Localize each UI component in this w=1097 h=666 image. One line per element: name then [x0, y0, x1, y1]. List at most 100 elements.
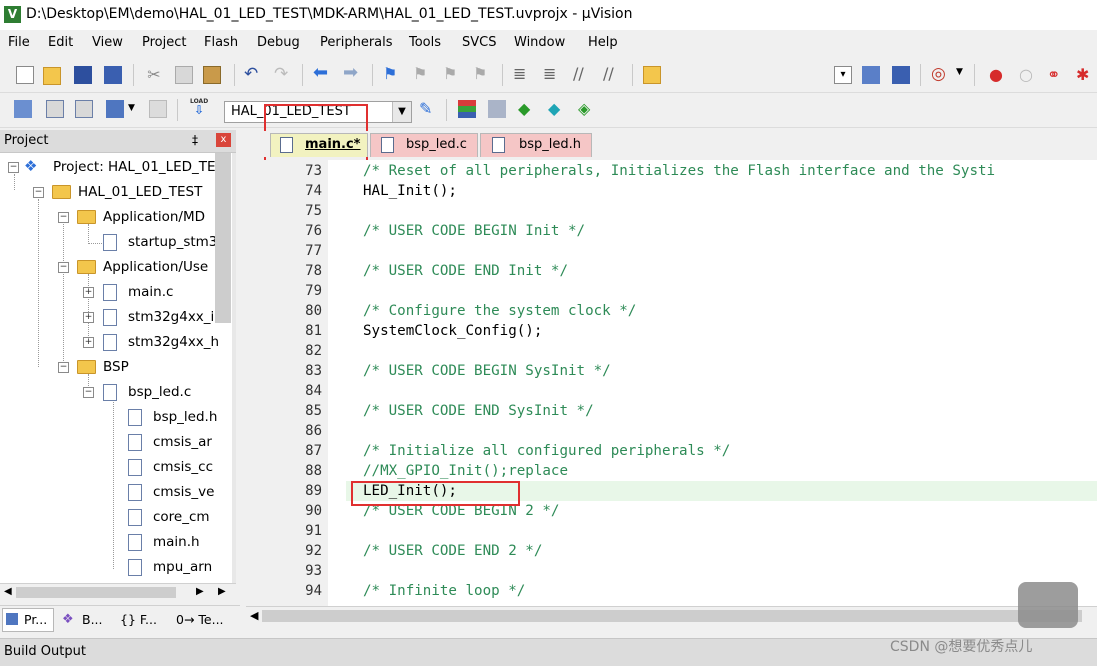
- disable-breakpoint-icon[interactable]: ○: [1019, 66, 1037, 84]
- run-time-environment-icon[interactable]: ◆: [518, 100, 536, 118]
- collapse-toggle[interactable]: −: [8, 162, 19, 173]
- collapse-toggle[interactable]: −: [58, 362, 69, 373]
- tree-item-project[interactable]: Project: HAL_01_LED_TE: [53, 156, 216, 178]
- cut-icon[interactable]: ✂: [145, 66, 163, 84]
- tree-item-file[interactable]: stm32g4xx_i: [128, 306, 214, 328]
- open-file-icon[interactable]: [43, 67, 61, 85]
- translate-icon[interactable]: [14, 100, 32, 118]
- chevron-down-icon[interactable]: ▼: [128, 103, 146, 121]
- tree-item-group[interactable]: Application/MD: [103, 206, 205, 228]
- header-file-icon: [128, 534, 142, 551]
- editor-hscroll-thumb[interactable]: [262, 610, 1082, 622]
- tree-item-file[interactable]: cmsis_ar: [153, 431, 212, 453]
- tree-item-file[interactable]: cmsis_ve: [153, 481, 214, 503]
- expand-toggle[interactable]: +: [83, 312, 94, 323]
- copy-icon[interactable]: [175, 66, 193, 84]
- new-file-icon[interactable]: [16, 66, 34, 84]
- menu-window[interactable]: Window: [514, 35, 565, 50]
- chevron-down-icon[interactable]: ▼: [392, 102, 411, 122]
- collapse-toggle[interactable]: −: [58, 212, 69, 223]
- tree-vertical-scrollbar-thumb[interactable]: [215, 153, 231, 323]
- breakpoint-icon[interactable]: ●: [989, 66, 1007, 84]
- build-icon[interactable]: [46, 100, 64, 118]
- tree-connector: [113, 399, 114, 569]
- find-dropdown-icon[interactable]: ▾: [834, 66, 852, 84]
- menu-help[interactable]: Help: [588, 35, 618, 50]
- collapse-toggle[interactable]: −: [33, 187, 44, 198]
- menu-flash[interactable]: Flash: [204, 35, 238, 50]
- tree-item-file[interactable]: bsp_led.c: [128, 381, 191, 403]
- tree-item-file[interactable]: cmsis_cc: [153, 456, 213, 478]
- save-icon[interactable]: [74, 66, 92, 84]
- scroll-left-icon[interactable]: ◀: [250, 609, 258, 622]
- menu-peripherals[interactable]: Peripherals: [320, 35, 393, 50]
- file-extensions-icon[interactable]: [488, 100, 506, 118]
- clear-bookmarks-icon[interactable]: ⚑: [473, 65, 491, 83]
- scroll-right-icon[interactable]: ▶: [196, 586, 204, 597]
- unindent-icon[interactable]: ≣: [543, 65, 561, 83]
- find-in-files-icon[interactable]: [643, 66, 661, 84]
- prev-bookmark-icon[interactable]: ⚑: [413, 65, 431, 83]
- pack-installer-icon[interactable]: ◆: [548, 100, 566, 118]
- rebuild-icon[interactable]: [75, 100, 93, 118]
- menu-project[interactable]: Project: [142, 35, 186, 50]
- tree-item-file[interactable]: mpu_arn: [153, 556, 212, 578]
- target-folder-icon: [52, 185, 71, 199]
- stop-build-icon[interactable]: [149, 100, 167, 118]
- tree-item-file[interactable]: core_cm: [153, 506, 210, 528]
- chevron-down-icon[interactable]: ▼: [956, 67, 974, 85]
- tree-item-target[interactable]: HAL_01_LED_TEST: [78, 181, 202, 203]
- debug-tools-icon[interactable]: [892, 66, 910, 84]
- menu-edit[interactable]: Edit: [48, 35, 73, 50]
- next-bookmark-icon[interactable]: ⚑: [443, 65, 461, 83]
- navigate-back-icon[interactable]: ⬅: [313, 64, 331, 82]
- tab-functions[interactable]: {} F...: [120, 612, 157, 627]
- collapse-toggle[interactable]: −: [58, 262, 69, 273]
- scroll-end-icon[interactable]: ▶: [218, 586, 226, 597]
- tree-item-file[interactable]: stm32g4xx_h: [128, 331, 219, 353]
- tree-item-group[interactable]: Application/Use: [103, 256, 208, 278]
- redo-icon[interactable]: ↷: [274, 65, 292, 83]
- bookmark-icon[interactable]: ⚑: [383, 65, 401, 83]
- manage-components-icon[interactable]: [458, 100, 476, 118]
- tab-books[interactable]: B...: [82, 612, 103, 627]
- tree-hscroll-thumb[interactable]: [16, 587, 176, 598]
- indent-icon[interactable]: ≣: [513, 65, 531, 83]
- chat-bubble-watermark-icon: [1018, 582, 1078, 628]
- pin-icon[interactable]: ‡: [192, 133, 198, 147]
- menu-tools[interactable]: Tools: [409, 35, 441, 50]
- debug-session-icon[interactable]: ◎: [931, 65, 949, 83]
- select-software-packs-icon[interactable]: ◈: [578, 100, 596, 118]
- paste-icon[interactable]: [203, 66, 221, 84]
- tree-item-file[interactable]: main.c: [128, 281, 173, 303]
- batch-build-icon[interactable]: [106, 100, 124, 118]
- tree-item-file[interactable]: bsp_led.h: [153, 406, 217, 428]
- clear-breakpoints-icon[interactable]: ⚭: [1047, 66, 1065, 84]
- menu-view[interactable]: View: [92, 35, 123, 50]
- line-number: 88: [305, 463, 322, 479]
- load-download-icon[interactable]: LOAD ⇩: [190, 98, 208, 116]
- expand-toggle[interactable]: +: [83, 287, 94, 298]
- comment-icon[interactable]: //: [573, 65, 591, 83]
- collapse-toggle[interactable]: −: [83, 387, 94, 398]
- close-icon[interactable]: x: [216, 133, 231, 147]
- navigate-forward-icon[interactable]: ➡: [343, 64, 361, 82]
- tree-item-group[interactable]: BSP: [103, 356, 129, 378]
- tree-item-file[interactable]: startup_stm3: [128, 231, 217, 253]
- menu-file[interactable]: File: [8, 35, 30, 50]
- incremental-find-icon[interactable]: [862, 66, 880, 84]
- expand-toggle[interactable]: +: [83, 337, 94, 348]
- code-line: /* Infinite loop */: [363, 583, 526, 599]
- tree-vertical-scrollbar[interactable]: [232, 153, 236, 583]
- tree-item-file[interactable]: main.h: [153, 531, 200, 553]
- header-file-icon: [128, 559, 142, 576]
- target-options-icon[interactable]: ✎: [419, 100, 437, 118]
- save-all-icon[interactable]: [104, 66, 122, 84]
- menu-debug[interactable]: Debug: [257, 35, 300, 50]
- tab-templates[interactable]: 0→ Te...: [176, 612, 224, 627]
- kill-breakpoints-icon[interactable]: ✱: [1076, 66, 1094, 84]
- uncomment-icon[interactable]: //: [603, 65, 621, 83]
- undo-icon[interactable]: ↶: [244, 65, 262, 83]
- scroll-left-icon[interactable]: ◀: [4, 586, 12, 597]
- menu-svcs[interactable]: SVCS: [462, 35, 496, 50]
